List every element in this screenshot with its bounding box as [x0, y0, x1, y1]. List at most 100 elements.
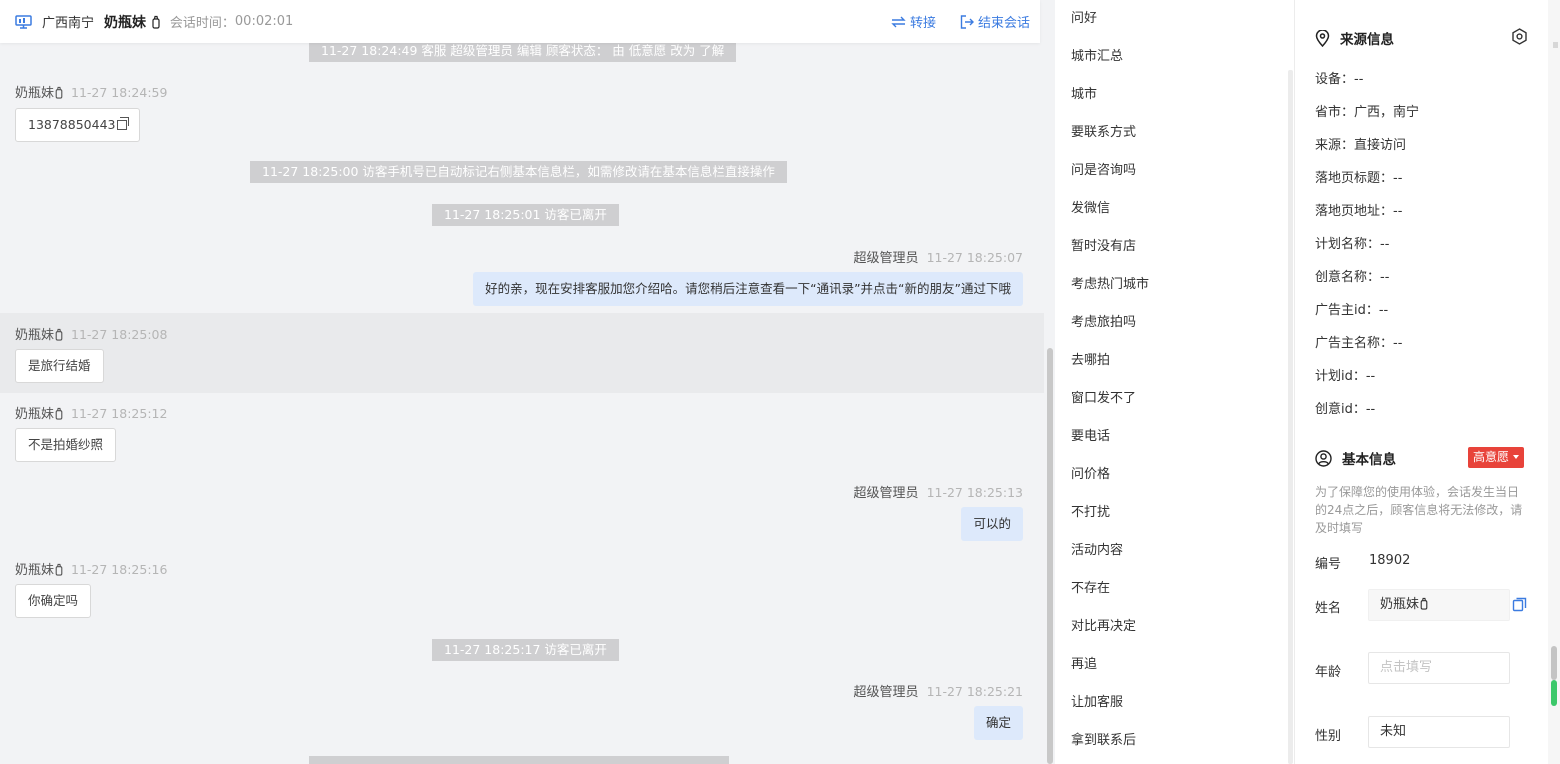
system-message: 11-27 18:25:00 访客手机号已自动标记右侧基本信息栏，如需修改请在基…: [250, 161, 787, 183]
transfer-icon: [891, 16, 906, 27]
creative-id-row: 创意id：--: [1315, 402, 1376, 417]
info-scrollbar-thumb[interactable]: [1551, 646, 1557, 680]
scroll-top-marker: [1553, 42, 1558, 48]
quick-reply-item[interactable]: 城市: [1055, 66, 1280, 104]
message-time: 11-27 18:25:21: [926, 684, 1023, 699]
quick-reply-item[interactable]: 暂时没有店: [1055, 218, 1280, 256]
name-field[interactable]: 奶瓶妹: [1368, 589, 1510, 621]
end-session-button[interactable]: 结束会话: [960, 12, 1030, 31]
message-time: 11-27 18:25:12: [71, 406, 168, 421]
message-time: 11-27 18:25:08: [71, 327, 168, 342]
quick-reply-item[interactable]: 问好: [1055, 0, 1280, 28]
message-time: 11-27 18:25:07: [926, 250, 1023, 265]
visitor-region: 广西南宁: [42, 16, 95, 31]
creative-name-row: 创意名称：--: [1315, 270, 1390, 285]
quick-reply-item[interactable]: 考虑热门城市: [1055, 256, 1280, 294]
message-bubble[interactable]: 不是拍婚纱照: [15, 428, 117, 462]
sender-name: 奶瓶妹: [15, 407, 55, 422]
gender-label: 性别: [1315, 729, 1342, 744]
sender-name: 奶瓶妹: [15, 563, 55, 578]
basic-info-title: 基本信息: [1315, 448, 1396, 468]
device-row: 设备：--: [1315, 72, 1364, 87]
message-bubble[interactable]: 是旅行结婚: [15, 349, 104, 383]
chat-panel: 广西南宁 奶瓶妹 会话时间： 00:02:01 转接 结束会话 11-27 18…: [0, 0, 1055, 764]
message-bubble[interactable]: 可以的: [961, 507, 1023, 541]
quick-reply-item[interactable]: 问价格: [1055, 446, 1280, 484]
quick-reply-item[interactable]: 窗口发不了: [1055, 370, 1280, 408]
quick-reply-item[interactable]: 活动内容: [1055, 522, 1280, 560]
settings-icon[interactable]: [1511, 28, 1528, 49]
sender-name: 超级管理员: [853, 251, 919, 266]
chat-scrollbar-thumb[interactable]: [1047, 348, 1053, 764]
edit-notice: 为了保障您的使用体验，会话发生当日的24点之后，顾客信息将无法修改，请及时填写: [1315, 485, 1523, 535]
quick-reply-scrollbar[interactable]: [1288, 70, 1293, 764]
sender-name: 超级管理员: [853, 685, 919, 700]
name-value: 奶瓶妹: [1380, 597, 1420, 612]
baby-bottle-icon: [54, 407, 63, 422]
source-info-title-text: 来源信息: [1340, 32, 1394, 48]
visitor-name: 奶瓶妹: [104, 12, 160, 32]
quick-reply-item[interactable]: 不存在: [1055, 560, 1280, 598]
quick-reply-panel: 问好 城市汇总 城市 要联系方式 问是咨询吗 发微信 暂时没有店 考虑热门城市 考虑旅拍吗 去哪拍…: [1055, 0, 1295, 764]
quick-reply-item[interactable]: 对比再决定: [1055, 598, 1280, 636]
quick-reply-item[interactable]: 考虑旅拍吗: [1055, 294, 1280, 332]
gender-field[interactable]: 未知: [1368, 716, 1510, 748]
baby-bottle-icon: [54, 86, 63, 101]
quick-reply-item[interactable]: 去哪拍: [1055, 332, 1280, 370]
end-session-label: 结束会话: [977, 16, 1030, 31]
message-bubble[interactable]: 你确定吗: [15, 584, 92, 618]
visitor-name-text: 奶瓶妹: [104, 14, 147, 31]
baby-bottle-icon: [54, 563, 63, 578]
info-panel: 来源信息 设备：-- 省市：广西，南宁 来源：直接访问 落地页标题：-- 落地页…: [1296, 0, 1548, 764]
message-bubble[interactable]: 好的亲，现在安排客服加您介绍哈。请您稍后注意查看一下“通讯录”并点击“新的朋友”…: [473, 272, 1023, 306]
intent-label: 高意愿: [1473, 450, 1510, 464]
intent-dropdown[interactable]: 高意愿: [1468, 447, 1525, 468]
exit-icon: [960, 14, 974, 29]
id-label: 编号: [1315, 557, 1342, 572]
transfer-button[interactable]: 转接: [891, 12, 936, 31]
quick-reply-item[interactable]: 让加客服: [1055, 674, 1280, 712]
app: 广西南宁 奶瓶妹 会话时间： 00:02:01 转接 结束会话 11-27 18…: [0, 0, 1560, 764]
baby-bottle-icon: [146, 15, 160, 31]
message-sender: 奶瓶妹 11-27 18:25:08: [15, 324, 167, 343]
age-field[interactable]: [1368, 652, 1510, 684]
quick-reply-item[interactable]: 要电话: [1055, 408, 1280, 446]
quick-reply-item[interactable]: 拿到联系后: [1055, 712, 1280, 750]
quick-reply-item[interactable]: 发微信: [1055, 180, 1280, 218]
system-message: [309, 756, 729, 764]
age-input[interactable]: [1380, 653, 1498, 682]
quick-reply-item[interactable]: 要联系方式: [1055, 104, 1280, 142]
message-time: 11-27 18:25:13: [926, 485, 1023, 500]
quick-reply-item[interactable]: 再追: [1055, 636, 1280, 674]
sender-name: 奶瓶妹: [15, 328, 55, 343]
message-bubble[interactable]: 13878850443: [15, 108, 141, 142]
system-message: 11-27 18:24:49 客服 超级管理员 编辑 顾客状态： 由 低意愿 改…: [309, 43, 737, 62]
user-circle-icon: [1315, 449, 1332, 467]
source-info-title: 来源信息: [1315, 28, 1394, 48]
info-scrollbar-indicator: [1551, 680, 1557, 706]
chat-scrollbar[interactable]: [1044, 43, 1055, 764]
basic-info-title-text: 基本信息: [1342, 452, 1396, 468]
transfer-label: 转接: [909, 16, 936, 31]
quick-reply-item[interactable]: 城市汇总: [1055, 28, 1280, 66]
copy-icon[interactable]: [117, 117, 130, 130]
monitor-icon: [15, 14, 32, 29]
message-list: 11-27 18:24:49 客服 超级管理员 编辑 顾客状态： 由 低意愿 改…: [0, 43, 1044, 764]
baby-bottle-icon: [54, 328, 63, 343]
system-message: 11-27 18:25:01 访客已离开: [432, 204, 619, 226]
plan-id-row: 计划id：--: [1315, 369, 1376, 384]
sender-name: 超级管理员: [853, 486, 919, 501]
quick-reply-list: 问好 城市汇总 城市 要联系方式 问是咨询吗 发微信 暂时没有店 考虑热门城市 考虑旅拍吗 去哪拍…: [1055, 0, 1280, 750]
message-bubble[interactable]: 确定: [973, 706, 1023, 740]
baby-bottle-icon: [1419, 597, 1428, 612]
header-actions: 转接 结束会话: [867, 0, 1030, 43]
province-city-row: 省市：广西，南宁: [1315, 105, 1420, 120]
quick-reply-item[interactable]: 不打扰: [1055, 484, 1280, 522]
message-sender: 超级管理员 11-27 18:25:07: [854, 247, 1023, 266]
source-row: 来源：直接访问: [1315, 138, 1407, 153]
message-text: 13878850443: [28, 117, 116, 132]
quick-reply-item[interactable]: 问是咨询吗: [1055, 142, 1280, 180]
system-message: 11-27 18:25:17 访客已离开: [432, 639, 619, 661]
info-scrollbar[interactable]: [1548, 0, 1560, 764]
copy-name-icon[interactable]: [1512, 597, 1527, 616]
